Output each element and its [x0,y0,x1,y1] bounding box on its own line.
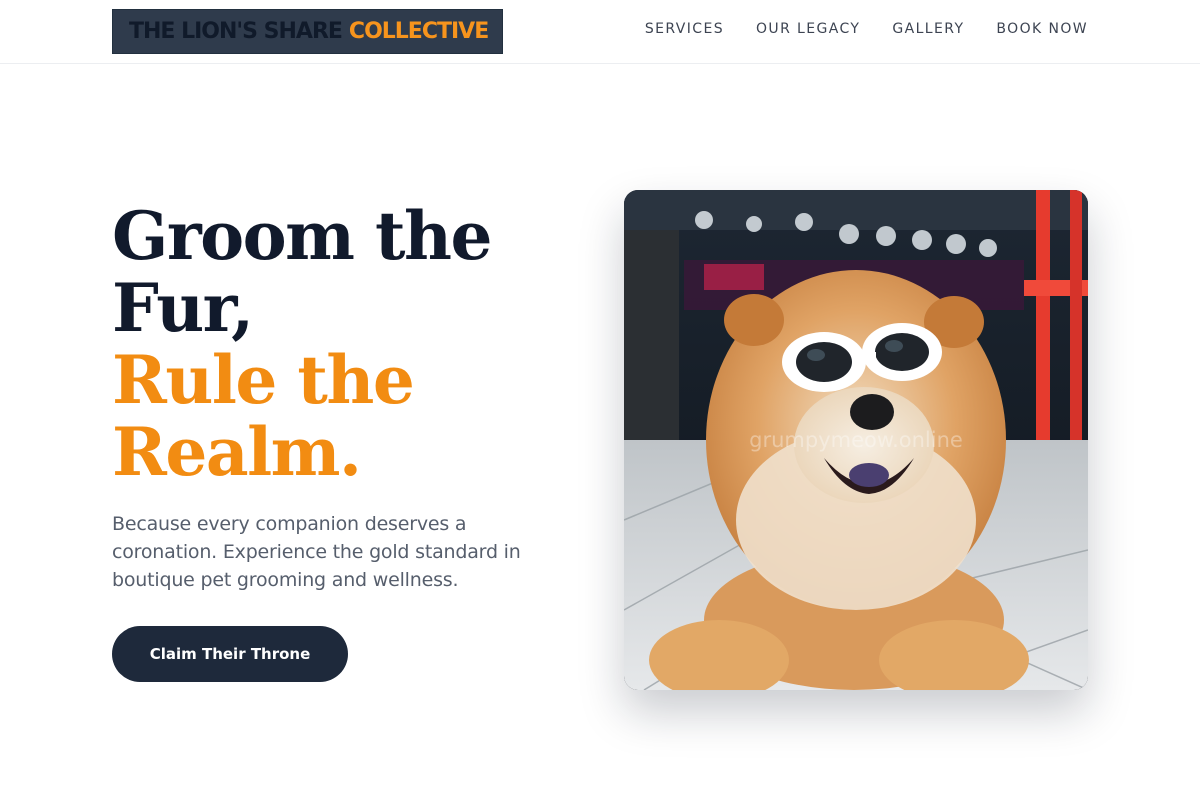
nav-link-services[interactable]: SERVICES [645,21,724,37]
headline-accent-line-1: Rule the [112,341,415,419]
hero-subtext: Because every companion deserves a coron… [112,513,521,591]
dog-illustration: grumpymeow.online [624,190,1088,690]
headline-line-2: Fur, [112,269,254,347]
main-nav: SERVICES OUR LEGACY GALLERY BOOK NOW [645,21,1088,37]
nav-link-our-legacy[interactable]: OUR LEGACY [756,21,860,37]
logo-text-primary: THE LION'S SHARE [129,19,343,44]
nav-link-book-now[interactable]: BOOK NOW [996,21,1088,37]
site-header: THE LION'S SHARE COLLECTIVE SERVICES OUR… [0,0,1200,64]
nav-link-gallery[interactable]: GALLERY [892,21,964,37]
photo-watermark: grumpymeow.online [749,428,963,452]
hero-headline: Groom the Fur, Rule the Realm. [112,200,582,488]
headline-line-1: Groom the [112,197,492,275]
hero-dog-photo: grumpymeow.online [624,190,1088,690]
logo-text-accent: COLLECTIVE [348,19,489,44]
claim-throne-button[interactable]: Claim Their Throne [112,626,348,682]
brand-logo[interactable]: THE LION'S SHARE COLLECTIVE [112,9,503,54]
headline-accent-line-2: Realm. [112,413,362,491]
